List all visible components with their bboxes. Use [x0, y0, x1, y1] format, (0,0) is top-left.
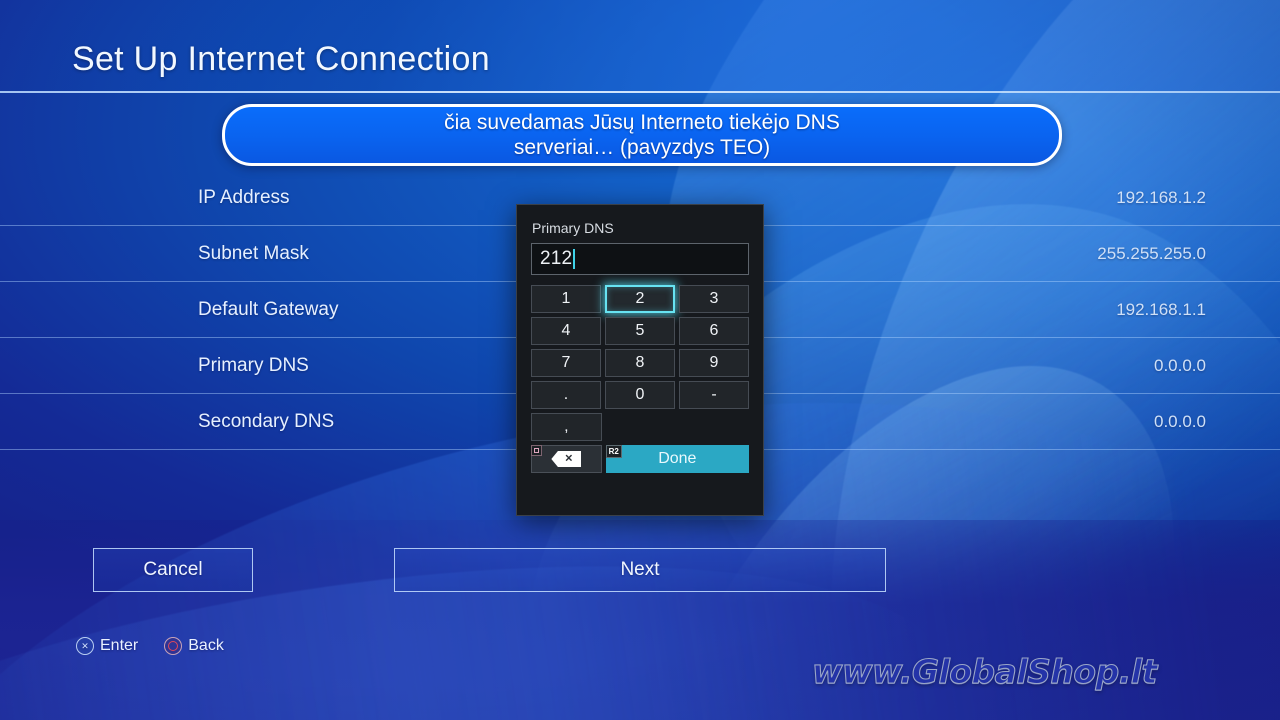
keypad-key-9[interactable]: 9 [679, 349, 749, 377]
keypad-key-6[interactable]: 6 [679, 317, 749, 345]
keypad-key-2[interactable]: 2 [605, 285, 675, 313]
keypad-action-row: R2 Done [531, 445, 749, 473]
text-caret [573, 249, 576, 269]
setting-label: Default Gateway [198, 298, 339, 320]
keypad-key-1[interactable]: 1 [531, 285, 601, 313]
annotation-callout-text: čia suvedamas Jūsų Interneto tiekėjo DNS… [444, 111, 840, 159]
circle-button-icon [164, 637, 183, 655]
hint-enter: Enter [76, 637, 138, 655]
dns-text-input[interactable]: 212 [531, 243, 749, 275]
setting-value: 192.168.1.1 [1116, 299, 1206, 319]
square-button-icon [531, 445, 542, 456]
keypad-key-3[interactable]: 3 [679, 285, 749, 313]
keypad-key-4[interactable]: 4 [531, 317, 601, 345]
keypad-key-0[interactable]: 0 [605, 381, 675, 409]
setting-label: IP Address [198, 187, 290, 208]
header-divider [0, 91, 1280, 93]
hint-back-label: Back [188, 637, 224, 654]
controller-hints: Enter Back [76, 637, 224, 655]
setting-value: 192.168.1.2 [1116, 188, 1206, 207]
keypad-key-dash[interactable]: - [679, 381, 749, 409]
hint-back: Back [164, 637, 224, 655]
keypad-key-7[interactable]: 7 [531, 349, 601, 377]
keypad-key-5[interactable]: 5 [605, 317, 675, 345]
done-button[interactable]: R2 Done [605, 445, 749, 473]
setting-label: Primary DNS [198, 354, 309, 376]
keypad-key-8[interactable]: 8 [605, 349, 675, 377]
annotation-callout: čia suvedamas Jūsų Interneto tiekėjo DNS… [222, 104, 1062, 166]
cross-button-icon [76, 637, 94, 655]
setting-value: 0.0.0.0 [1154, 355, 1206, 375]
keypad-title: Primary DNS [532, 220, 614, 236]
keypad-key-comma[interactable]: , [531, 413, 602, 441]
done-button-label: Done [658, 450, 697, 467]
hint-enter-label: Enter [100, 637, 139, 654]
keypad-grid: 1 2 3 4 5 6 7 8 9 . 0 - [531, 285, 749, 409]
dns-input-value: 212 [540, 248, 573, 269]
cancel-button[interactable]: Cancel [93, 548, 253, 592]
page-title: Set Up Internet Connection [72, 40, 490, 78]
backspace-button[interactable] [531, 445, 602, 473]
keypad-key-period[interactable]: . [531, 381, 601, 409]
numeric-keypad-dialog: Primary DNS 212 1 2 3 4 5 6 7 8 9 . 0 - … [516, 204, 764, 516]
keypad-comma-row: , [531, 413, 749, 441]
setting-label: Secondary DNS [198, 410, 335, 432]
next-button[interactable]: Next [394, 548, 886, 592]
setting-value: 255.255.255.0 [1097, 243, 1206, 263]
setting-label: Subnet Mask [198, 242, 309, 264]
setting-value: 0.0.0.0 [1154, 411, 1206, 431]
watermark: www.GlobalShop.lt [811, 651, 1157, 691]
backspace-icon [551, 451, 582, 467]
r2-button-badge: R2 [605, 445, 622, 458]
